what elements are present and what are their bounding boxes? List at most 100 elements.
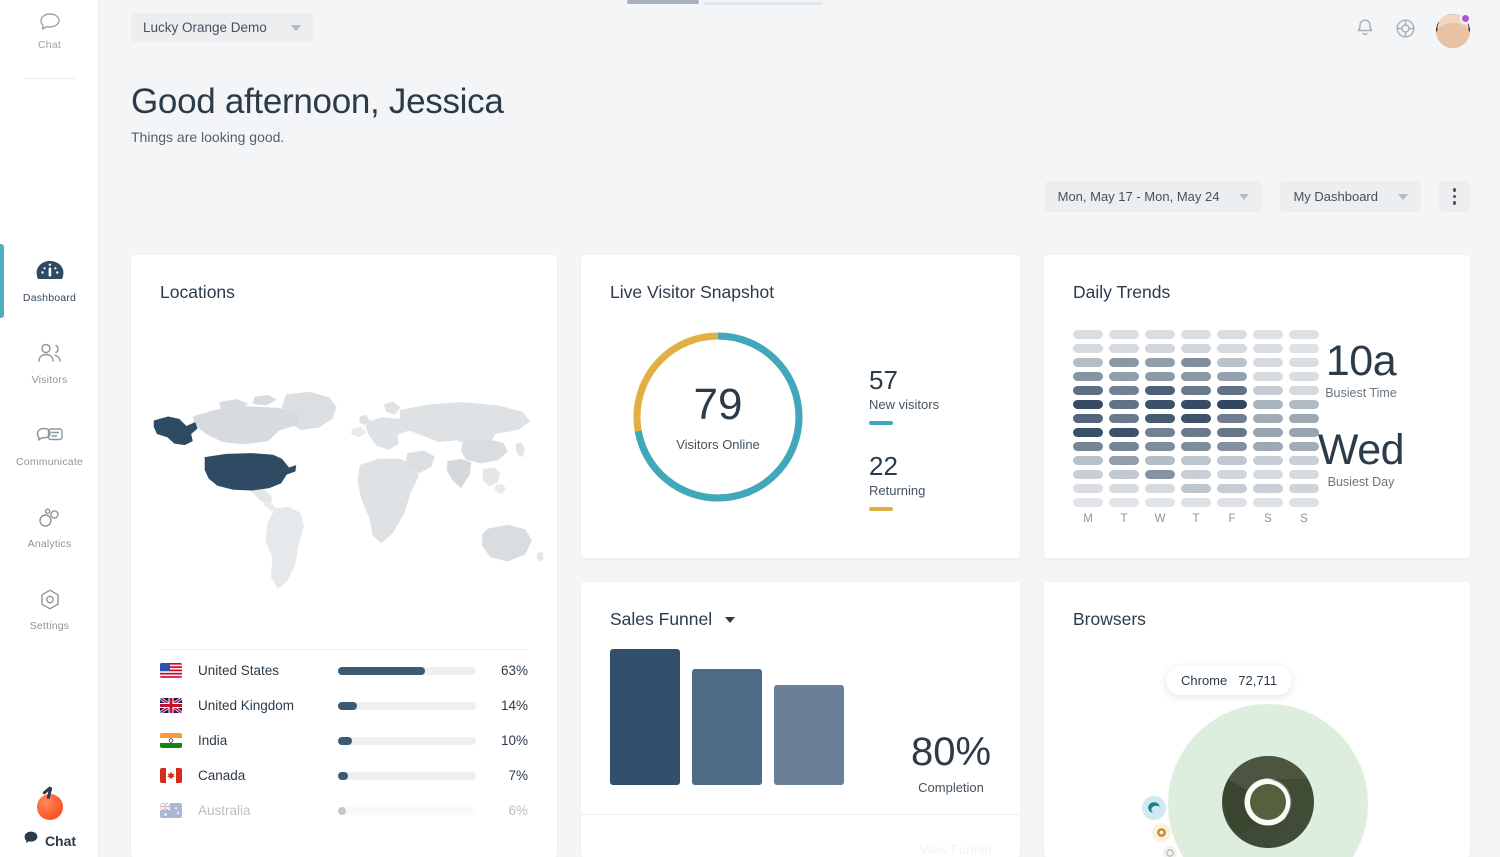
heatmap-cell[interactable] [1145, 386, 1175, 395]
heatmap-cell[interactable] [1073, 484, 1103, 493]
bubble-firefox[interactable] [1152, 823, 1171, 842]
heatmap-cell[interactable] [1073, 498, 1103, 507]
heatmap-cell[interactable] [1073, 358, 1103, 367]
heatmap-cell[interactable] [1181, 358, 1211, 367]
heatmap-cell[interactable] [1181, 344, 1211, 353]
heatmap-cell[interactable] [1073, 386, 1103, 395]
heatmap-cell[interactable] [1109, 428, 1139, 437]
heatmap-cell[interactable] [1073, 414, 1103, 423]
heatmap-cell[interactable] [1253, 358, 1283, 367]
sidebar-item-communicate[interactable]: Communicate [0, 404, 99, 486]
heatmap-cell[interactable] [1289, 330, 1319, 339]
heatmap-cell[interactable] [1217, 344, 1247, 353]
site-selector[interactable]: Lucky Orange Demo [131, 13, 313, 42]
heatmap-cell[interactable] [1217, 358, 1247, 367]
heatmap-cell[interactable] [1145, 414, 1175, 423]
heatmap-cell[interactable] [1181, 414, 1211, 423]
heatmap-cell[interactable] [1181, 428, 1211, 437]
table-row[interactable]: Australia 6% [160, 793, 528, 828]
heatmap-cell[interactable] [1181, 386, 1211, 395]
heatmap-cell[interactable] [1181, 456, 1211, 465]
heatmap-cell[interactable] [1181, 484, 1211, 493]
heatmap-cell[interactable] [1109, 386, 1139, 395]
bubble-chrome[interactable] [1168, 704, 1368, 857]
heatmap-cell[interactable] [1109, 484, 1139, 493]
heatmap-cell[interactable] [1109, 400, 1139, 409]
heatmap-cell[interactable] [1145, 484, 1175, 493]
sidebar-item-analytics[interactable]: Analytics [0, 486, 99, 568]
heatmap-cell[interactable] [1181, 470, 1211, 479]
heatmap-cell[interactable] [1073, 330, 1103, 339]
heatmap-cell[interactable] [1073, 344, 1103, 353]
heatmap-cell[interactable] [1181, 442, 1211, 451]
heatmap-cell[interactable] [1145, 442, 1175, 451]
heatmap-cell[interactable] [1073, 372, 1103, 381]
heatmap-cell[interactable] [1253, 428, 1283, 437]
heatmap-cell[interactable] [1073, 442, 1103, 451]
heatmap-cell[interactable] [1181, 372, 1211, 381]
heatmap-cell[interactable] [1145, 330, 1175, 339]
heatmap-cell[interactable] [1253, 484, 1283, 493]
table-row[interactable]: Canada 7% [160, 758, 528, 793]
heatmap-cell[interactable] [1253, 330, 1283, 339]
table-row[interactable]: United States 63% [160, 653, 528, 688]
heatmap-cell[interactable] [1145, 358, 1175, 367]
heatmap-cell[interactable] [1217, 386, 1247, 395]
heatmap-cell[interactable] [1073, 428, 1103, 437]
heatmap-cell[interactable] [1109, 330, 1139, 339]
table-row[interactable]: India 10% [160, 723, 528, 758]
heatmap-cell[interactable] [1217, 498, 1247, 507]
heatmap-cell[interactable] [1109, 442, 1139, 451]
heatmap-cell[interactable] [1181, 400, 1211, 409]
bubble-edge[interactable] [1142, 796, 1166, 820]
heatmap-cell[interactable] [1145, 456, 1175, 465]
sidebar-item-visitors[interactable]: Visitors [0, 322, 99, 404]
world-map[interactable] [145, 327, 545, 627]
avatar[interactable] [1436, 13, 1471, 48]
chevron-down-icon[interactable] [725, 616, 736, 623]
table-row[interactable]: United Kingdom 14% [160, 688, 528, 723]
heatmap-cell[interactable] [1145, 470, 1175, 479]
heatmap-cell[interactable] [1145, 344, 1175, 353]
view-funnel-link[interactable]: View Funnel [920, 842, 991, 857]
heatmap-cell[interactable] [1253, 344, 1283, 353]
heatmap-cell[interactable] [1109, 414, 1139, 423]
heatmap-cell[interactable] [1217, 456, 1247, 465]
heatmap-cell[interactable] [1109, 372, 1139, 381]
heatmap-cell[interactable] [1253, 456, 1283, 465]
heatmap-cell[interactable] [1253, 442, 1283, 451]
heatmap-cell[interactable] [1073, 470, 1103, 479]
heatmap-cell[interactable] [1253, 372, 1283, 381]
heatmap-cell[interactable] [1145, 372, 1175, 381]
heatmap-cell[interactable] [1217, 414, 1247, 423]
sales-funnel-chart[interactable] [610, 649, 844, 785]
heatmap-cell[interactable] [1145, 498, 1175, 507]
bubble-other[interactable] [1163, 846, 1177, 857]
heatmap-cell[interactable] [1253, 470, 1283, 479]
heatmap-cell[interactable] [1253, 386, 1283, 395]
sidebar-item-settings[interactable]: Settings [0, 568, 99, 650]
heatmap-cell[interactable] [1181, 498, 1211, 507]
heatmap-cell[interactable] [1109, 456, 1139, 465]
help-circle-icon[interactable] [1395, 18, 1416, 44]
heatmap-cell[interactable] [1217, 428, 1247, 437]
heatmap-cell[interactable] [1217, 372, 1247, 381]
heatmap-cell[interactable] [1289, 498, 1319, 507]
browsers-bubble-chart[interactable]: Chrome 72,711 [1044, 652, 1470, 857]
kebab-menu-icon[interactable] [1439, 181, 1470, 212]
notifications-bell-icon[interactable] [1355, 18, 1375, 44]
sidebar-item-dashboard[interactable]: Dashboard [0, 240, 99, 322]
sidebar-item-chat[interactable]: Chat [0, 10, 99, 51]
heatmap-cell[interactable] [1217, 400, 1247, 409]
heatmap-cell[interactable] [1181, 330, 1211, 339]
heatmap-cell[interactable] [1109, 344, 1139, 353]
heatmap-cell[interactable] [1109, 498, 1139, 507]
heatmap-cell[interactable] [1073, 456, 1103, 465]
heatmap-cell[interactable] [1217, 470, 1247, 479]
heatmap-cell[interactable] [1217, 484, 1247, 493]
dashboard-selector[interactable]: My Dashboard [1280, 181, 1421, 212]
daily-trends-heatmap[interactable] [1073, 330, 1319, 512]
heatmap-cell[interactable] [1145, 428, 1175, 437]
chat-widget-button[interactable]: Chat [0, 830, 99, 851]
heatmap-cell[interactable] [1253, 414, 1283, 423]
